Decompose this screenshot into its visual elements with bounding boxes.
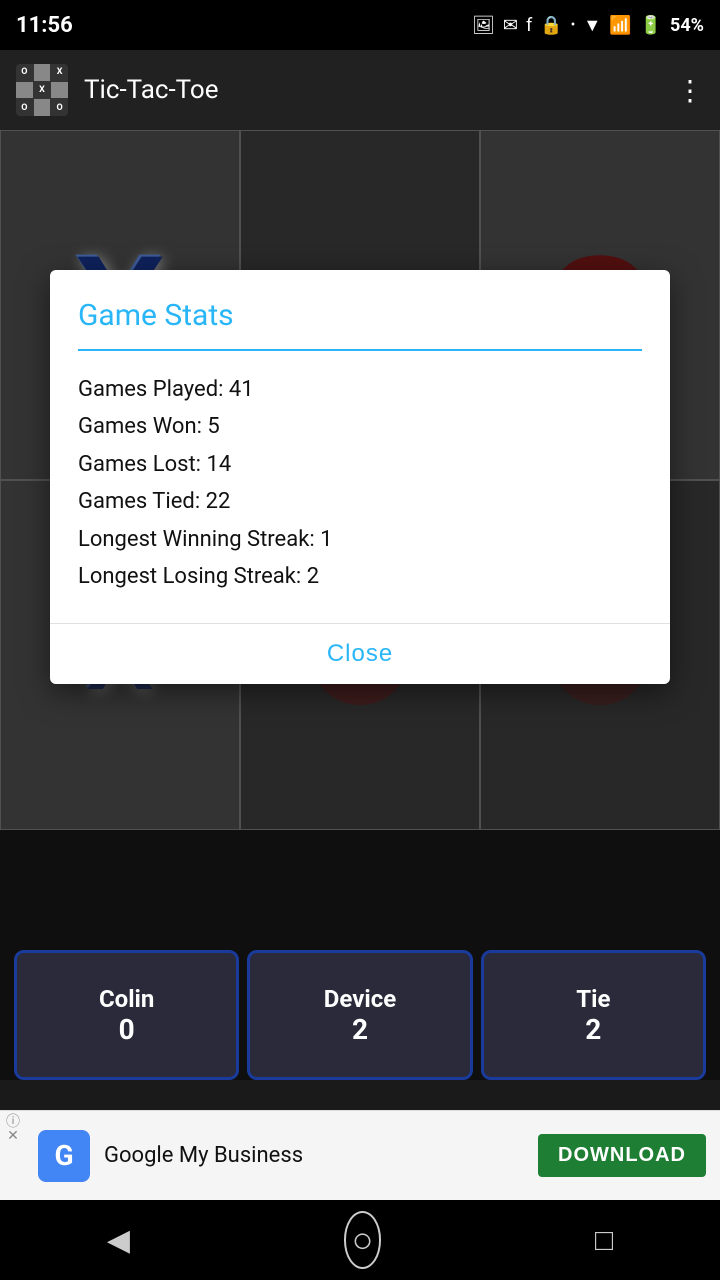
stat-lose-streak: Longest Losing Streak: 2 bbox=[78, 558, 642, 595]
status-time: 11:56 bbox=[16, 13, 73, 38]
stat-games-lost: Games Lost: 14 bbox=[78, 446, 642, 483]
ad-info-icon: ⓘ bbox=[6, 1115, 20, 1129]
status-icons: 🖼 ✉ f 🔒 • ▼ 📶 🔋 54% bbox=[472, 15, 704, 36]
ad-close-x[interactable]: ✕ bbox=[7, 1129, 19, 1143]
player2-name: Device bbox=[324, 985, 396, 1013]
stat-games-won: Games Won: 5 bbox=[78, 408, 642, 445]
overflow-menu-button[interactable]: ⋮ bbox=[676, 74, 704, 107]
stat-win-streak: Longest Winning Streak: 1 bbox=[78, 521, 642, 558]
home-button[interactable]: ○ bbox=[344, 1211, 382, 1269]
dialog-footer: Close bbox=[50, 623, 670, 684]
player1-score: 0 bbox=[119, 1013, 135, 1046]
facebook-icon: f bbox=[526, 15, 532, 36]
stat-games-played: Games Played: 41 bbox=[78, 371, 642, 408]
ad-download-button[interactable]: DOWNLOAD bbox=[538, 1134, 706, 1177]
game-stats-dialog: Game Stats Games Played: 41 Games Won: 5… bbox=[50, 270, 670, 684]
ad-logo: G bbox=[38, 1130, 90, 1182]
image-icon: 🖼 bbox=[472, 15, 495, 36]
player2-score-card: Device 2 bbox=[247, 950, 472, 1080]
modal-overlay: Game Stats Games Played: 41 Games Won: 5… bbox=[0, 130, 720, 1080]
signal-icon: 📶 bbox=[609, 15, 631, 36]
system-nav-bar: ◀ ○ □ bbox=[0, 1200, 720, 1280]
tie-score-card: Tie 2 bbox=[481, 950, 706, 1080]
dialog-content: Games Played: 41 Games Won: 5 Games Lost… bbox=[50, 351, 670, 623]
player2-score: 2 bbox=[352, 1013, 368, 1046]
dot-icon: • bbox=[571, 17, 576, 33]
mail-icon: ✉ bbox=[503, 15, 518, 36]
player1-name: Colin bbox=[99, 985, 154, 1013]
back-button[interactable]: ◀ bbox=[107, 1223, 130, 1258]
battery-percent: 54% bbox=[670, 15, 704, 36]
ad-app-name: Google My Business bbox=[104, 1143, 538, 1168]
battery-icon: 🔋 bbox=[640, 15, 662, 36]
player1-score-card: Colin 0 bbox=[14, 950, 239, 1080]
status-bar: 11:56 🖼 ✉ f 🔒 • ▼ 📶 🔋 54% bbox=[0, 0, 720, 50]
ad-info-area: ⓘ ✕ bbox=[6, 1115, 20, 1143]
dialog-title: Game Stats bbox=[78, 298, 234, 333]
app-bar: O X X O O Tic-Tac-Toe ⋮ bbox=[0, 50, 720, 130]
stat-games-tied: Games Tied: 22 bbox=[78, 483, 642, 520]
recents-button[interactable]: □ bbox=[595, 1223, 613, 1258]
close-button[interactable]: Close bbox=[327, 640, 393, 668]
wifi-icon: ▼ bbox=[583, 15, 601, 36]
app-icon: O X X O O bbox=[16, 64, 68, 116]
lock-icon: 🔒 bbox=[540, 15, 562, 36]
google-logo-text: G bbox=[54, 1139, 73, 1172]
tie-label: Tie bbox=[576, 985, 610, 1013]
ad-banner: ⓘ ✕ G Google My Business DOWNLOAD bbox=[0, 1110, 720, 1200]
dialog-header: Game Stats bbox=[50, 270, 670, 349]
app-title: Tic-Tac-Toe bbox=[84, 75, 676, 105]
score-row: Colin 0 Device 2 Tie 2 bbox=[0, 950, 720, 1080]
tie-score: 2 bbox=[585, 1013, 601, 1046]
